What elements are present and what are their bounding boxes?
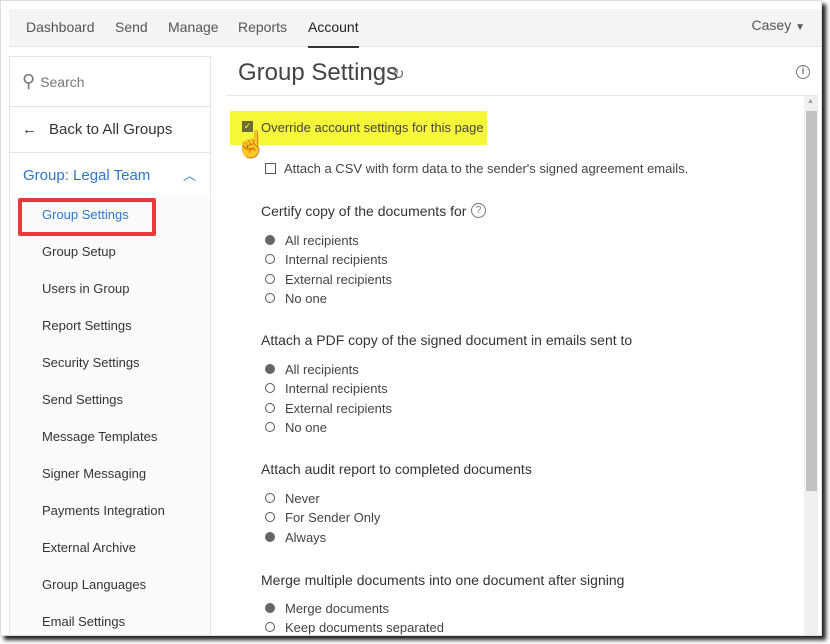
radio-button[interactable] xyxy=(265,512,275,522)
radio-button[interactable] xyxy=(265,532,275,542)
group-header[interactable]: Group: Legal Team ︿ xyxy=(10,153,210,197)
refresh-icon[interactable]: ↻ xyxy=(392,65,405,83)
radio-button[interactable] xyxy=(265,254,275,264)
csv-label: Attach a CSV with form data to the sende… xyxy=(284,161,689,176)
back-label: Back to All Groups xyxy=(49,121,173,138)
sidebar-item-group-languages[interactable]: Group Languages xyxy=(42,577,146,592)
radio-label: Keep documents separated xyxy=(285,620,444,635)
page-title: Group Settings xyxy=(238,59,399,86)
radio-button[interactable] xyxy=(265,493,275,503)
radio-label: For Sender Only xyxy=(285,510,381,525)
tab-account[interactable]: Account xyxy=(308,19,359,48)
radio-label: No one xyxy=(285,291,327,306)
back-to-groups-link[interactable]: ← Back to All Groups xyxy=(10,107,210,153)
chevron-down-icon: ▼ xyxy=(795,22,805,33)
sidebar-item-report-settings[interactable]: Report Settings xyxy=(42,318,132,333)
radio-label: All recipients xyxy=(285,362,359,377)
hand-cursor-icon: ☝ xyxy=(235,129,268,159)
tab-reports[interactable]: Reports xyxy=(238,19,287,35)
scrollbar[interactable]: ▲ xyxy=(804,96,818,635)
radio-button[interactable] xyxy=(265,293,275,303)
help-icon[interactable]: ? xyxy=(471,203,486,218)
tab-manage[interactable]: Manage xyxy=(168,19,219,35)
radio-label: External recipients xyxy=(285,272,392,287)
section-heading: Certify copy of the documents for xyxy=(261,203,467,219)
search-icon: ⚲ xyxy=(22,71,36,91)
scroll-up-icon[interactable]: ▲ xyxy=(807,98,814,105)
sidebar-item-email-settings[interactable]: Email Settings xyxy=(42,614,125,629)
radio-button[interactable] xyxy=(265,235,275,245)
sidebar-item-send-settings[interactable]: Send Settings xyxy=(42,392,123,407)
scrollbar-thumb[interactable] xyxy=(806,111,817,491)
user-name: Casey xyxy=(751,17,792,33)
radio-button[interactable] xyxy=(265,622,275,632)
radio-button[interactable] xyxy=(265,403,275,413)
divider xyxy=(226,95,818,96)
radio-label: External recipients xyxy=(285,401,392,416)
search-placeholder: Search xyxy=(40,73,85,90)
sidebar-item-signer-messaging[interactable]: Signer Messaging xyxy=(42,466,146,481)
arrow-left-icon: ← xyxy=(22,121,37,138)
info-icon[interactable]: i xyxy=(796,65,810,79)
top-nav: Dashboard Send Manage Reports Account Ca… xyxy=(9,9,821,48)
search-input[interactable]: ⚲ Search xyxy=(10,57,210,107)
radio-label: Always xyxy=(285,530,327,545)
radio-button[interactable] xyxy=(265,422,275,432)
radio-label: Merge documents xyxy=(285,601,390,616)
sidebar-item-security-settings[interactable]: Security Settings xyxy=(42,355,140,370)
section-heading: Attach a PDF copy of the signed document… xyxy=(261,332,633,348)
user-menu[interactable]: Casey ▼ xyxy=(752,17,805,33)
radio-label: Internal recipients xyxy=(285,252,388,267)
sidebar-item-group-settings[interactable]: Group Settings xyxy=(42,207,129,222)
radio-button[interactable] xyxy=(265,364,275,374)
sidebar-item-message-templates[interactable]: Message Templates xyxy=(42,429,157,444)
radio-label: All recipients xyxy=(285,233,359,248)
sidebar: ⚲ Search ← Back to All Groups Group: Legal… xyxy=(9,56,211,635)
sidebar-item-external-archive[interactable]: External Archive xyxy=(42,540,136,555)
sidebar-item-group-setup[interactable]: Group Setup xyxy=(42,244,116,259)
sidebar-item-users-in-group[interactable]: Users in Group xyxy=(42,281,129,296)
radio-label: No one xyxy=(285,420,327,435)
override-label: Override account settings for this page xyxy=(261,120,484,135)
group-name: Group: Legal Team xyxy=(23,166,151,184)
radio-label: Internal recipients xyxy=(285,381,388,396)
radio-button[interactable] xyxy=(265,603,275,613)
section-heading: Attach audit report to completed documen… xyxy=(261,461,532,477)
section-heading: Merge multiple documents into one docume… xyxy=(261,572,625,588)
radio-label: Never xyxy=(285,491,320,506)
csv-checkbox[interactable] xyxy=(265,163,276,174)
app-window: Dashboard Send Manage Reports Account Ca… xyxy=(0,0,822,636)
chevron-up-icon: ︿ xyxy=(182,168,196,183)
radio-button[interactable] xyxy=(265,274,275,284)
sidebar-item-payments-integration[interactable]: Payments Integration xyxy=(42,503,165,518)
tab-dashboard[interactable]: Dashboard xyxy=(26,19,95,35)
radio-button[interactable] xyxy=(265,383,275,393)
tab-send[interactable]: Send xyxy=(115,19,148,35)
